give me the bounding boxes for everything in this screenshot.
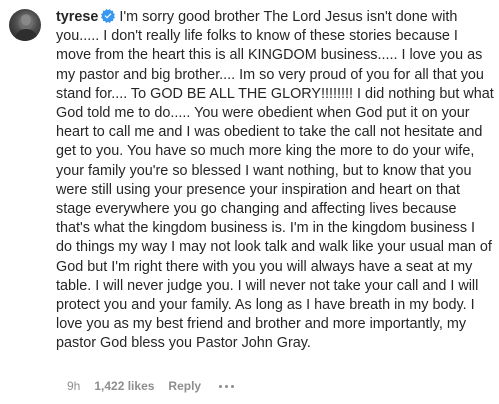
comment: tyrese I'm sorry good brother The Lord Je… xyxy=(0,0,499,404)
more-options-icon[interactable] xyxy=(219,384,235,388)
profile-avatar[interactable] xyxy=(9,9,41,41)
comment-footer: 9h 1,422 likes Reply xyxy=(67,379,235,393)
comment-body: tyrese I'm sorry good brother The Lord Je… xyxy=(56,8,494,354)
comment-timestamp[interactable]: 9h xyxy=(67,379,80,393)
username-link[interactable]: tyrese xyxy=(56,9,98,25)
reply-button[interactable]: Reply xyxy=(168,379,201,393)
likes-count-button[interactable]: 1,422 likes xyxy=(94,379,154,393)
avatar-image xyxy=(14,14,38,41)
comment-text: I'm sorry good brother The Lord Jesus is… xyxy=(56,9,494,352)
verified-badge-icon xyxy=(101,9,116,23)
